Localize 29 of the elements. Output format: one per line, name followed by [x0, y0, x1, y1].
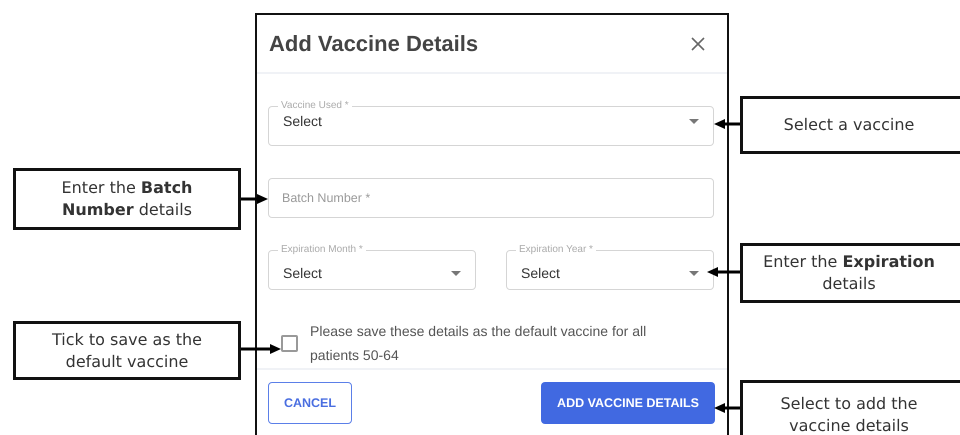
callout-text: Select a vaccine: [784, 114, 914, 136]
batch-number-field[interactable]: Batch Number *: [268, 178, 714, 218]
checkbox[interactable]: [281, 334, 298, 352]
field-value: Select: [283, 113, 322, 129]
arrow: [714, 403, 740, 413]
cancel-button[interactable]: CANCEL: [268, 382, 352, 424]
callout-text: Tick to save as the default vaccine: [50, 328, 204, 372]
expiration-select[interactable]: Expiration Year * Select: [506, 243, 714, 290]
arrow: [714, 119, 740, 129]
callout-text: Select to add the vaccine details: [779, 393, 919, 435]
caret-icon: [451, 270, 461, 276]
field-label: Vaccine Used *: [280, 99, 350, 113]
caret-icon: [689, 118, 699, 124]
arrow: [241, 344, 281, 354]
vaccine-used-select[interactable]: Vaccine Used * Select: [268, 99, 714, 146]
arrow: [241, 194, 268, 204]
add-button[interactable]: ADD VACCINE DETAILS: [541, 382, 715, 424]
dialog-title: Add Vaccine Details: [269, 30, 478, 56]
checkbox-label: Please save these details as the default vaccine for all patients 50-64: [310, 322, 648, 365]
expiration-select[interactable]: Expiration Month * Select: [268, 243, 476, 290]
callout-text: Enter the Expiration details: [762, 251, 936, 295]
field-label: Expiration Month *: [280, 243, 364, 257]
close-icon[interactable]: [691, 36, 705, 50]
callout-text: Enter the Batch Number details: [60, 177, 194, 221]
field-value: Select: [521, 265, 560, 281]
arrow: [707, 267, 740, 277]
field-value: Select: [283, 265, 322, 281]
field-label: Expiration Year *: [518, 243, 594, 257]
caret-icon: [689, 270, 699, 276]
